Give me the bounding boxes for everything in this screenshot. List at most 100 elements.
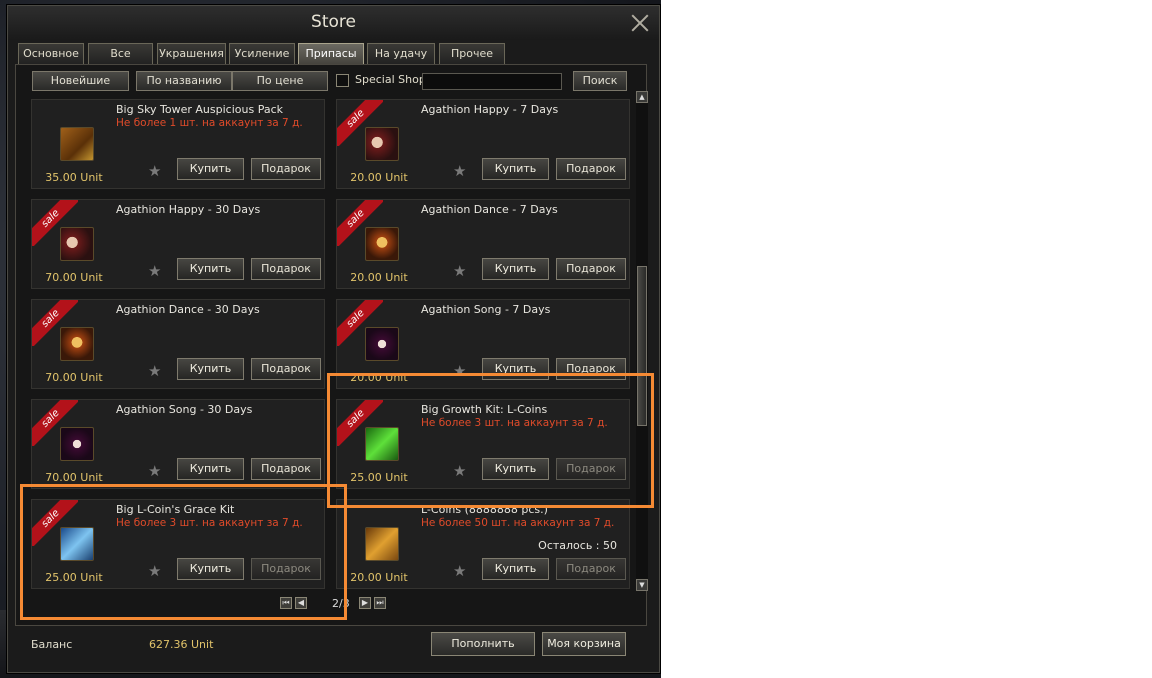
blue-gift-box-icon [60,527,94,561]
favorite-star-icon[interactable]: ★ [148,362,161,380]
sort-price-button[interactable]: По цене [232,71,328,91]
gift-button[interactable]: Подарок [251,158,321,180]
item-card: sale Agathion Dance - 7 Days 20.00 Unit … [336,199,630,289]
item-name: Agathion Dance - 7 Days [421,203,558,216]
favorite-star-icon[interactable]: ★ [453,462,466,480]
item-name: Big Growth Kit: L-Coins [421,403,548,416]
favorite-star-icon[interactable]: ★ [453,162,466,180]
item-price: 70.00 Unit [45,471,103,484]
item-name: Agathion Dance - 30 Days [116,303,260,316]
special-shop-label: Special Shop [355,73,426,86]
buy-button[interactable]: Купить [482,158,549,180]
balance-label: Баланс [31,638,73,651]
item-limit: Не более 1 шт. на аккаунт за 7 д. [116,117,303,129]
item-price: 20.00 Unit [350,271,408,284]
favorite-star-icon[interactable]: ★ [453,262,466,280]
search-input[interactable] [422,73,562,90]
buy-button[interactable]: Купить [177,358,244,380]
gift-button[interactable]: Подарок [251,258,321,280]
agathion-happy-icon [365,127,399,161]
item-name: Big L-Coin's Grace Kit [116,503,235,516]
item-name: Big Sky Tower Auspicious Pack [116,103,284,116]
gift-button[interactable]: Подарок [556,358,626,380]
favorite-star-icon[interactable]: ★ [148,462,161,480]
tab-vse[interactable]: Все [88,43,153,65]
gift-button[interactable]: Подарок [556,558,626,580]
page-indicator: 2/3 [332,597,350,610]
item-price: 35.00 Unit [45,171,103,184]
gift-button[interactable]: Подарок [251,358,321,380]
search-button[interactable]: Поиск [573,71,627,91]
favorite-star-icon[interactable]: ★ [453,362,466,380]
last-page-icon[interactable]: ⏭ [374,597,386,609]
item-name: Agathion Happy - 7 Days [421,103,559,116]
item-card: Big Sky Tower Auspicious Pack Не более 1… [31,99,325,189]
scrollbar[interactable]: ▲ ▼ [636,91,648,591]
tab-ukrasheniya[interactable]: Украшения [157,43,226,65]
item-card: sale Agathion Happy - 7 Days 20.00 Unit … [336,99,630,189]
sort-newest-button[interactable]: Новейшие [32,71,129,91]
favorite-star-icon[interactable]: ★ [148,262,161,280]
item-name: Agathion Song - 7 Days [421,303,551,316]
gift-button[interactable]: Подарок [251,558,321,580]
item-name: Agathion Happy - 30 Days [116,203,261,216]
sort-name-button[interactable]: По названию [136,71,232,91]
item-price: 25.00 Unit [45,571,103,584]
buy-button[interactable]: Купить [177,458,244,480]
item-card: sale Agathion Song - 30 Days 70.00 Unit … [31,399,325,489]
buy-button[interactable]: Купить [177,258,244,280]
balance-value: 627.36 Unit [149,638,214,651]
buy-button[interactable]: Купить [482,258,549,280]
item-price: 70.00 Unit [45,271,103,284]
tab-usilenie[interactable]: Усиление [229,43,295,65]
tab-pripasy[interactable]: Припасы [298,43,364,65]
scrollbar-thumb[interactable] [637,266,647,426]
store-content: Новейшие По названию По цене Special Sho… [15,64,648,626]
favorite-star-icon[interactable]: ★ [148,562,161,580]
special-shop-checkbox[interactable] [336,74,349,87]
item-card: L-Coins (8888888 pcs.) Не более 50 шт. н… [336,499,630,589]
gift-button[interactable]: Подарок [251,458,321,480]
gift-button[interactable]: Подарок [556,158,626,180]
item-price: 20.00 Unit [350,171,408,184]
item-card: sale Big Growth Kit: L-Coins Не более 3 … [336,399,630,489]
coin-chest-icon [365,527,399,561]
scroll-up-icon[interactable]: ▲ [636,91,648,103]
item-limit: Не более 3 шт. на аккаунт за 7 д. [421,417,608,429]
buy-button[interactable]: Купить [177,558,244,580]
tab-prochee[interactable]: Прочее [439,43,505,65]
item-price: 20.00 Unit [350,571,408,584]
item-remaining: Осталось : 50 [538,539,617,552]
prev-page-icon[interactable]: ◀ [295,597,307,609]
scroll-down-icon[interactable]: ▼ [636,579,648,591]
store-window: Store Основное Все Украшения Усиление Пр… [7,5,660,673]
item-limit: Не более 3 шт. на аккаунт за 7 д. [116,517,303,529]
favorite-star-icon[interactable]: ★ [148,162,161,180]
buy-button[interactable]: Купить [482,458,549,480]
agathion-song-icon [60,427,94,461]
buy-button[interactable]: Купить [482,558,549,580]
item-name: Agathion Song - 30 Days [116,403,253,416]
item-card: sale Agathion Song - 7 Days 20.00 Unit ★… [336,299,630,389]
window-title: Store [8,6,659,40]
gift-button[interactable]: Подарок [556,458,626,480]
close-icon[interactable] [629,12,651,34]
tab-na-udachu[interactable]: На удачу [367,43,435,65]
item-card: sale Agathion Dance - 30 Days 70.00 Unit… [31,299,325,389]
first-page-icon[interactable]: ⏮ [280,597,292,609]
topup-button[interactable]: Пополнить [431,632,535,656]
gift-button[interactable]: Подарок [556,258,626,280]
cart-button[interactable]: Моя корзина [542,632,626,656]
tab-osnovnoe[interactable]: Основное [18,43,84,65]
item-price: 70.00 Unit [45,371,103,384]
favorite-star-icon[interactable]: ★ [453,562,466,580]
next-page-icon[interactable]: ▶ [359,597,371,609]
item-card: sale Agathion Happy - 30 Days 70.00 Unit… [31,199,325,289]
agathion-dance-icon [365,227,399,261]
agathion-dance-icon [60,327,94,361]
item-limit: Не более 50 шт. на аккаунт за 7 д. [421,517,615,529]
buy-button[interactable]: Купить [177,158,244,180]
item-price: 20.00 Unit [350,371,408,384]
buy-button[interactable]: Купить [482,358,549,380]
agathion-song-icon [365,327,399,361]
